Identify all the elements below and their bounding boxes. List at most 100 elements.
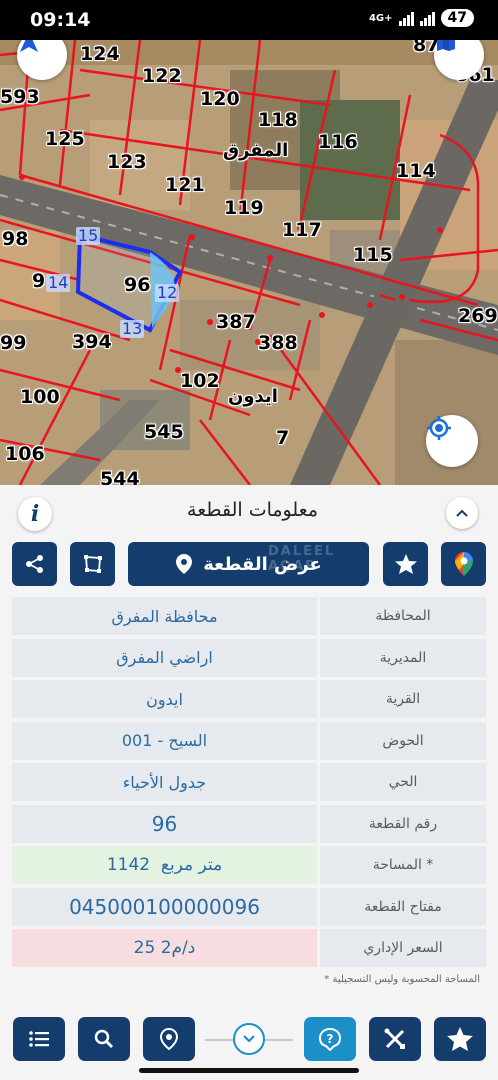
detail-row-village: ايدون القرية — [12, 680, 486, 718]
directorate-value: اراضي المفرق — [12, 638, 317, 677]
plot-label[interactable]: 114 — [396, 160, 436, 182]
plot-label[interactable]: 388 — [258, 332, 298, 354]
plot-info-sheet: i معلومات القطعة DALEEL AQAR عرض القطعة — [0, 487, 498, 1080]
detail-row-neighborhood: جدول الأحياء الحي — [12, 763, 486, 801]
share-button[interactable] — [12, 542, 57, 586]
plot-label[interactable]: 115 — [353, 244, 393, 266]
status-bar: 09:14 4G+ 47 — [0, 0, 498, 40]
plot-label[interactable]: 102 — [180, 370, 220, 392]
plot-label[interactable]: 120 — [200, 88, 240, 110]
governorate-value: محافظة المفرق — [12, 597, 317, 635]
battery-badge: 47 — [440, 9, 474, 27]
favorite-button[interactable] — [383, 542, 428, 586]
info-button[interactable]: i — [18, 497, 52, 531]
my-location-button[interactable] — [426, 415, 478, 467]
plot-label[interactable]: 124 — [80, 43, 120, 65]
measure-area-button[interactable] — [70, 542, 115, 586]
google-maps-button[interactable] — [441, 542, 486, 586]
share-icon — [25, 555, 43, 573]
status-time: 09:14 — [30, 9, 91, 31]
plot-label[interactable]: 394 — [72, 331, 112, 353]
area-footnote: * المساحة المحسوبة وليس التسجيلية — [324, 974, 480, 985]
detail-row-plot-number: 96 رقم القطعة — [12, 804, 486, 843]
village-value: ايدون — [12, 680, 317, 718]
google-maps-icon — [454, 552, 473, 576]
plot-label[interactable]: 9 — [32, 270, 45, 292]
plot-number-value: 96 — [12, 804, 317, 843]
admin-price-value: 25 د/م2 — [12, 929, 317, 967]
search-button[interactable] — [78, 1017, 130, 1061]
plot-label[interactable]: 593 — [0, 86, 40, 108]
plot-label[interactable]: 100 — [20, 386, 60, 408]
location-pin-icon — [159, 1027, 179, 1051]
help-icon: ? — [318, 1027, 342, 1051]
collapse-button[interactable] — [446, 497, 478, 529]
chevron-down-icon — [243, 1035, 255, 1043]
north-arrow-icon — [20, 40, 38, 52]
plot-label[interactable]: 119 — [224, 197, 264, 219]
detail-row-area: 1142 متر مربع المساحة * — [12, 846, 486, 884]
help-button[interactable]: ? — [304, 1017, 356, 1061]
plot-label[interactable]: 544 — [100, 468, 140, 485]
detail-row-basin: السيح - 001 الحوض — [12, 721, 486, 760]
plot-label[interactable]: 125 — [45, 128, 85, 150]
plot-label-selected[interactable]: 96 — [124, 274, 150, 296]
map-layers-icon — [437, 40, 455, 51]
plot-label[interactable]: 121 — [165, 174, 205, 196]
favorites-button[interactable] — [434, 1017, 486, 1061]
plot-label[interactable]: 116 — [318, 131, 358, 153]
plot-number-label: رقم القطعة — [320, 804, 486, 843]
plot-label[interactable]: 7 — [276, 427, 289, 449]
plot-label[interactable]: 122 — [142, 65, 182, 87]
home-indicator — [139, 1068, 359, 1073]
map-view[interactable]: 124 122 120 118 116 114 593 125 123 121 … — [0, 40, 498, 485]
tools-icon — [384, 1028, 405, 1049]
star-icon — [394, 554, 417, 574]
plot-label[interactable]: 118 — [258, 109, 298, 131]
area-label: المساحة * — [320, 846, 486, 884]
plot-label[interactable]: 98 — [2, 228, 28, 250]
vertex-label: 14 — [46, 273, 71, 292]
admin-price-label: السعر الإداري — [320, 929, 486, 967]
vertex-label: 13 — [120, 319, 145, 338]
plot-details-table: محافظة المفرق المحافظة اراضي المفرق المد… — [12, 597, 486, 971]
plot-label[interactable]: 117 — [282, 219, 322, 241]
village-label: القرية — [320, 680, 486, 718]
plot-label[interactable]: 545 — [144, 421, 184, 443]
location-search-button[interactable] — [143, 1017, 195, 1061]
detail-row-plot-key: 045000100000096 مفتاح القطعة — [12, 887, 486, 926]
neighborhood-label: الحي — [320, 763, 486, 801]
list-button[interactable] — [13, 1017, 65, 1061]
plot-label[interactable]: 123 — [107, 151, 147, 173]
tools-button[interactable] — [369, 1017, 421, 1061]
governorate-label: المحافظة — [320, 597, 486, 635]
location-pin-icon — [176, 554, 193, 574]
search-icon — [94, 1029, 113, 1048]
action-row: DALEEL AQAR عرض القطعة — [0, 542, 498, 588]
basin-label: الحوض — [320, 721, 486, 760]
toggle-knob[interactable] — [233, 1023, 265, 1055]
star-icon — [447, 1027, 473, 1051]
plot-label[interactable]: 269 — [458, 305, 498, 327]
info-icon: i — [30, 501, 40, 527]
network-type: 4G+ — [368, 12, 393, 24]
plot-label[interactable]: 387 — [216, 311, 256, 333]
detail-row-directorate: اراضي المفرق المديرية — [12, 638, 486, 677]
area-name-label: المفرق — [223, 140, 289, 161]
map-imagery — [0, 40, 498, 485]
status-icons: 4G+ 47 — [369, 9, 474, 27]
detail-row-admin-price: 25 د/م2 السعر الإداري — [12, 929, 486, 967]
detail-row-governorate: محافظة المفرق المحافظة — [12, 597, 486, 635]
show-plot-button[interactable]: DALEEL AQAR عرض القطعة — [128, 542, 369, 586]
plot-label[interactable]: 99 — [0, 332, 26, 354]
signal-icon-2 — [419, 10, 435, 26]
directorate-label: المديرية — [320, 638, 486, 677]
neighborhood-value: جدول الأحياء — [12, 763, 317, 801]
plot-label[interactable]: 106 — [5, 443, 45, 465]
vertex-label: 15 — [76, 226, 101, 245]
sheet-header: i معلومات القطعة — [0, 487, 498, 539]
plot-key-value: 045000100000096 — [12, 887, 317, 926]
crosshair-icon — [427, 416, 451, 440]
svg-text:?: ? — [327, 1032, 334, 1046]
sheet-toggle[interactable] — [205, 1023, 293, 1057]
